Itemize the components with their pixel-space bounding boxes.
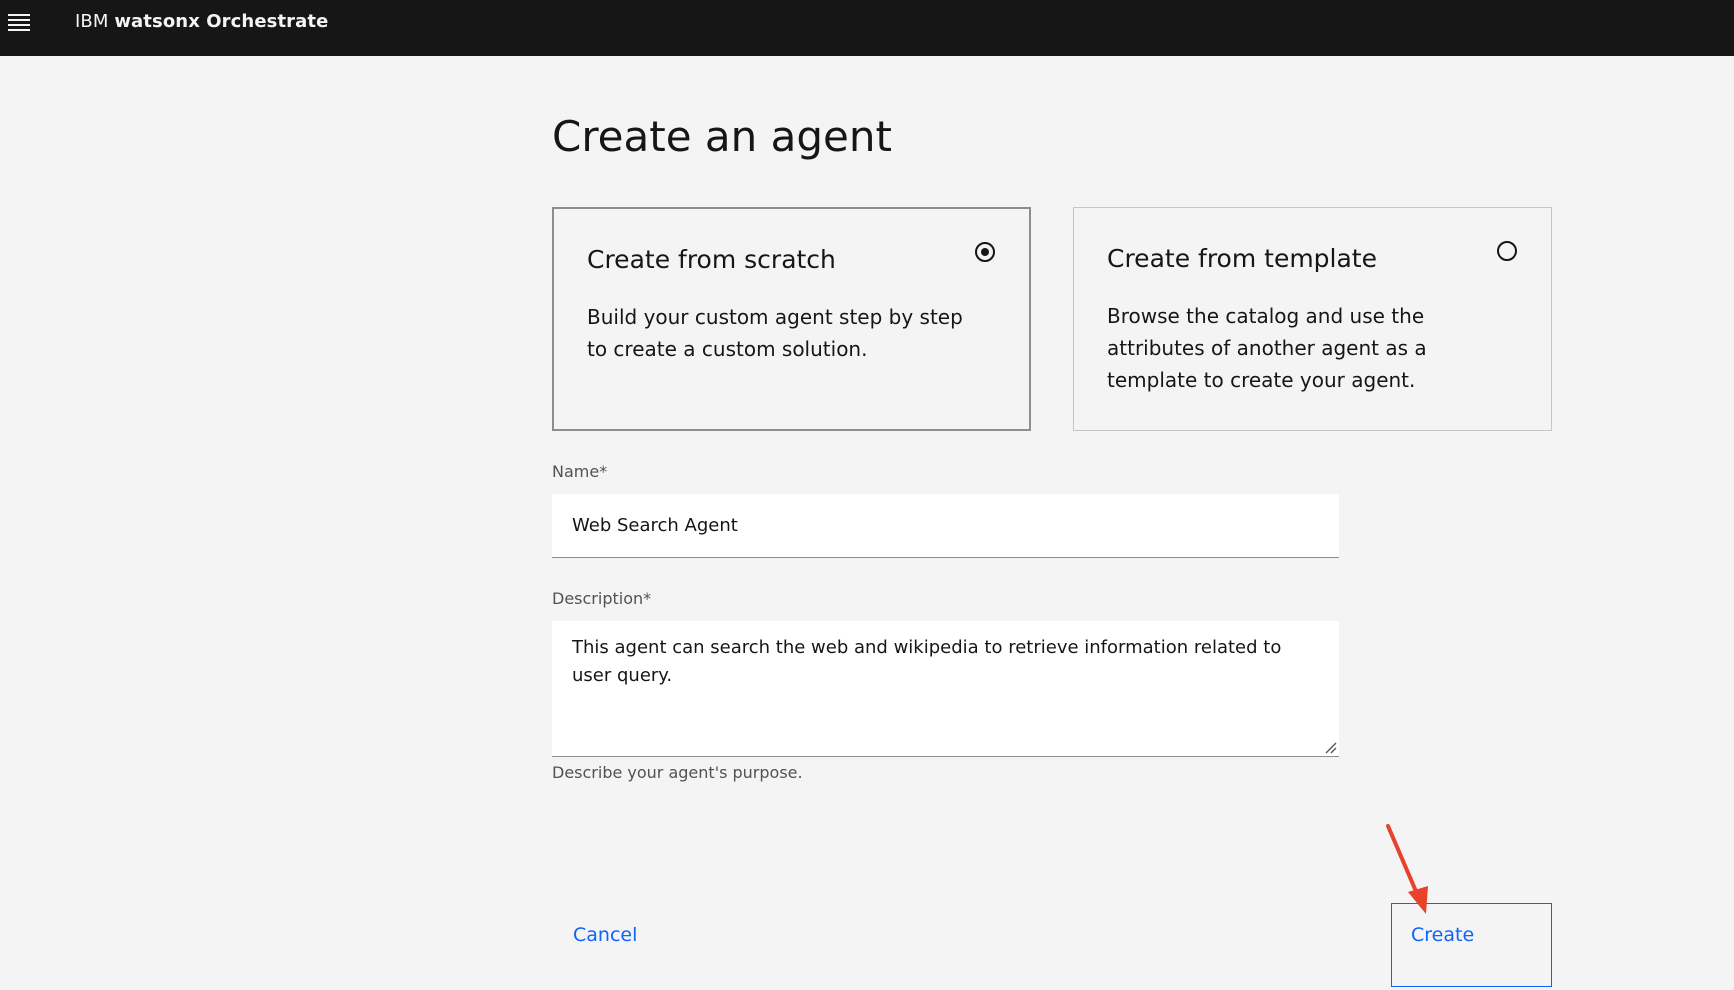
description-field-label: Description*: [552, 589, 652, 608]
create-button[interactable]: Create: [1391, 903, 1552, 987]
hamburger-menu-icon[interactable]: [8, 10, 32, 34]
resize-handle-icon[interactable]: [1323, 740, 1337, 754]
app-brand[interactable]: IBM watsonx Orchestrate: [75, 11, 328, 32]
top-header-bar: IBM watsonx Orchestrate: [0, 0, 1734, 56]
option-tile-create-from-template[interactable]: Create from template Browse the catalog …: [1073, 207, 1552, 431]
cancel-button[interactable]: Cancel: [552, 904, 752, 966]
description-helper-text: Describe your agent's purpose.: [552, 763, 803, 782]
name-input[interactable]: [552, 494, 1339, 558]
menu-line: [8, 23, 30, 26]
menu-line: [8, 28, 30, 31]
radio-unselected-icon[interactable]: [1497, 241, 1517, 261]
menu-line: [8, 18, 30, 21]
description-text: This agent can search the web and wikipe…: [572, 637, 1282, 686]
option-tile-create-from-scratch[interactable]: Create from scratch Build your custom ag…: [552, 207, 1031, 431]
brand-product: watsonx Orchestrate: [114, 11, 329, 32]
tile-title: Create from template: [1107, 244, 1377, 273]
tile-description: Build your custom agent step by step to …: [587, 305, 963, 361]
brand-prefix: IBM: [75, 11, 109, 32]
description-textarea[interactable]: This agent can search the web and wikipe…: [552, 621, 1339, 757]
create-button-label: Create: [1411, 924, 1475, 946]
name-field-label: Name*: [552, 462, 608, 481]
tile-description: Browse the catalog and use the attribute…: [1107, 304, 1427, 392]
menu-line: [8, 13, 30, 16]
radio-selected-icon[interactable]: [975, 242, 995, 262]
page-title: Create an agent: [552, 112, 892, 161]
tile-title: Create from scratch: [587, 245, 836, 274]
